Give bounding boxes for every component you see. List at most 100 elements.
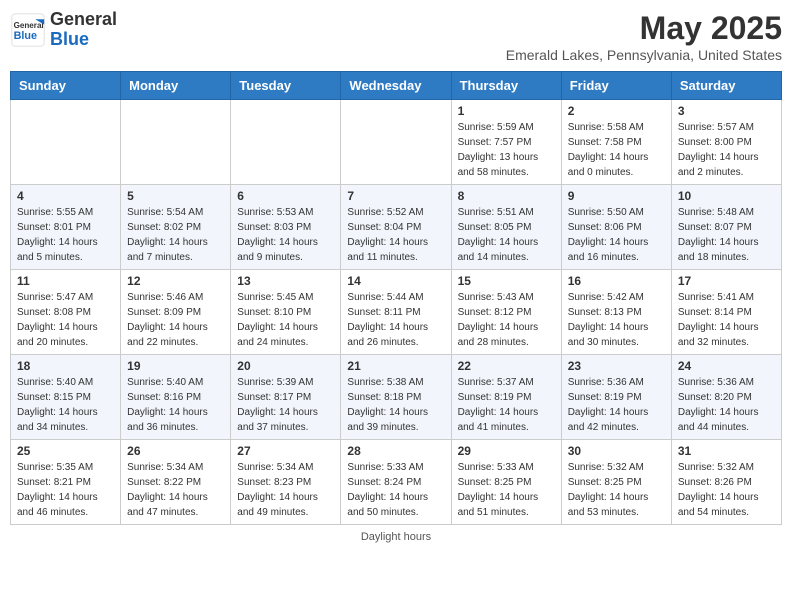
day-info: Sunrise: 5:55 AMSunset: 8:01 PMDaylight:… (17, 205, 114, 265)
header-tuesday: Tuesday (231, 72, 341, 100)
day-info: Sunrise: 5:37 AMSunset: 8:19 PMDaylight:… (458, 375, 555, 435)
week-row-5: 25 Sunrise: 5:35 AMSunset: 8:21 PMDayligh… (11, 440, 782, 525)
day-info: Sunrise: 5:33 AMSunset: 8:24 PMDaylight:… (347, 460, 444, 520)
day-info: Sunrise: 5:48 AMSunset: 8:07 PMDaylight:… (678, 205, 775, 265)
title-area: May 2025 Emerald Lakes, Pennsylvania, Un… (506, 10, 782, 63)
day-info: Sunrise: 5:52 AMSunset: 8:04 PMDaylight:… (347, 205, 444, 265)
day-info: Sunrise: 5:33 AMSunset: 8:25 PMDaylight:… (458, 460, 555, 520)
day-info: Sunrise: 5:51 AMSunset: 8:05 PMDaylight:… (458, 205, 555, 265)
week-row-2: 4 Sunrise: 5:55 AMSunset: 8:01 PMDaylight… (11, 185, 782, 270)
day-number: 25 (17, 444, 114, 458)
header-sunday: Sunday (11, 72, 121, 100)
calendar-cell: 26 Sunrise: 5:34 AMSunset: 8:22 PMDayligh… (121, 440, 231, 525)
day-number: 23 (568, 359, 665, 373)
day-info: Sunrise: 5:58 AMSunset: 7:58 PMDaylight:… (568, 120, 665, 180)
day-number: 11 (17, 274, 114, 288)
day-number: 10 (678, 189, 775, 203)
location-subtitle: Emerald Lakes, Pennsylvania, United Stat… (506, 47, 782, 63)
day-number: 5 (127, 189, 224, 203)
day-info: Sunrise: 5:47 AMSunset: 8:08 PMDaylight:… (17, 290, 114, 350)
calendar-cell: 18 Sunrise: 5:40 AMSunset: 8:15 PMDayligh… (11, 355, 121, 440)
calendar-header-row: SundayMondayTuesdayWednesdayThursdayFrid… (11, 72, 782, 100)
calendar-cell (121, 100, 231, 185)
header-friday: Friday (561, 72, 671, 100)
day-number: 14 (347, 274, 444, 288)
day-info: Sunrise: 5:36 AMSunset: 8:19 PMDaylight:… (568, 375, 665, 435)
calendar-cell: 13Sunrise: 5:45 AMSunset: 8:10 PMDayligh… (231, 270, 341, 355)
day-number: 19 (127, 359, 224, 373)
calendar-cell: 10 Sunrise: 5:48 AMSunset: 8:07 PMDayligh… (671, 185, 781, 270)
day-info: Sunrise: 5:32 AMSunset: 8:25 PMDaylight:… (568, 460, 665, 520)
month-title: May 2025 (506, 10, 782, 47)
day-info: Sunrise: 5:40 AMSunset: 8:15 PMDaylight:… (17, 375, 114, 435)
day-number: 27 (237, 444, 334, 458)
calendar-cell: 20 Sunrise: 5:39 AMSunset: 8:17 PMDayligh… (231, 355, 341, 440)
day-number: 16 (568, 274, 665, 288)
calendar-cell: 3 Sunrise: 5:57 AMSunset: 8:00 PMDaylight… (671, 100, 781, 185)
calendar-cell: 28Sunrise: 5:33 AMSunset: 8:24 PMDayligh… (341, 440, 451, 525)
day-info: Sunrise: 5:50 AMSunset: 8:06 PMDaylight:… (568, 205, 665, 265)
logo-text: General Blue (50, 10, 117, 50)
logo-icon: General Blue (10, 12, 46, 48)
day-number: 21 (347, 359, 444, 373)
day-info: Sunrise: 5:59 AMSunset: 7:57 PMDaylight:… (458, 120, 555, 180)
day-info: Sunrise: 5:32 AMSunset: 8:26 PMDaylight:… (678, 460, 775, 520)
header-wednesday: Wednesday (341, 72, 451, 100)
day-info: Sunrise: 5:44 AMSunset: 8:11 PMDaylight:… (347, 290, 444, 350)
calendar-cell: 17 Sunrise: 5:41 AMSunset: 8:14 PMDayligh… (671, 270, 781, 355)
day-info: Sunrise: 5:35 AMSunset: 8:21 PMDaylight:… (17, 460, 114, 520)
day-number: 1 (458, 104, 555, 118)
calendar: SundayMondayTuesdayWednesdayThursdayFrid… (10, 71, 782, 525)
day-info: Sunrise: 5:39 AMSunset: 8:17 PMDaylight:… (237, 375, 334, 435)
day-number: 31 (678, 444, 775, 458)
calendar-cell: 12Sunrise: 5:46 AMSunset: 8:09 PMDayligh… (121, 270, 231, 355)
day-info: Sunrise: 5:36 AMSunset: 8:20 PMDaylight:… (678, 375, 775, 435)
calendar-cell: 27Sunrise: 5:34 AMSunset: 8:23 PMDayligh… (231, 440, 341, 525)
header-monday: Monday (121, 72, 231, 100)
day-info: Sunrise: 5:38 AMSunset: 8:18 PMDaylight:… (347, 375, 444, 435)
calendar-cell: 23 Sunrise: 5:36 AMSunset: 8:19 PMDayligh… (561, 355, 671, 440)
calendar-cell: 25 Sunrise: 5:35 AMSunset: 8:21 PMDayligh… (11, 440, 121, 525)
day-info: Sunrise: 5:46 AMSunset: 8:09 PMDaylight:… (127, 290, 224, 350)
day-number: 6 (237, 189, 334, 203)
day-number: 4 (17, 189, 114, 203)
calendar-cell: 14 Sunrise: 5:44 AMSunset: 8:11 PMDayligh… (341, 270, 451, 355)
day-info: Sunrise: 5:40 AMSunset: 8:16 PMDaylight:… (127, 375, 224, 435)
calendar-cell (341, 100, 451, 185)
calendar-cell: 15Sunrise: 5:43 AMSunset: 8:12 PMDayligh… (451, 270, 561, 355)
day-info: Sunrise: 5:57 AMSunset: 8:00 PMDaylight:… (678, 120, 775, 180)
day-number: 3 (678, 104, 775, 118)
calendar-cell: 9Sunrise: 5:50 AMSunset: 8:06 PMDaylight… (561, 185, 671, 270)
calendar-cell: 22Sunrise: 5:37 AMSunset: 8:19 PMDayligh… (451, 355, 561, 440)
day-number: 8 (458, 189, 555, 203)
calendar-cell (11, 100, 121, 185)
calendar-cell (231, 100, 341, 185)
calendar-cell: 7Sunrise: 5:52 AMSunset: 8:04 PMDaylight… (341, 185, 451, 270)
footer-note: Daylight hours (10, 531, 782, 543)
calendar-cell: 19 Sunrise: 5:40 AMSunset: 8:16 PMDayligh… (121, 355, 231, 440)
calendar-cell: 6Sunrise: 5:53 AMSunset: 8:03 PMDaylight… (231, 185, 341, 270)
logo: General Blue General Blue (10, 10, 117, 50)
calendar-cell: 21 Sunrise: 5:38 AMSunset: 8:18 PMDayligh… (341, 355, 451, 440)
day-number: 2 (568, 104, 665, 118)
day-info: Sunrise: 5:41 AMSunset: 8:14 PMDaylight:… (678, 290, 775, 350)
day-number: 20 (237, 359, 334, 373)
day-number: 26 (127, 444, 224, 458)
calendar-cell: 31 Sunrise: 5:32 AMSunset: 8:26 PMDayligh… (671, 440, 781, 525)
day-info: Sunrise: 5:45 AMSunset: 8:10 PMDaylight:… (237, 290, 334, 350)
day-number: 18 (17, 359, 114, 373)
day-info: Sunrise: 5:42 AMSunset: 8:13 PMDaylight:… (568, 290, 665, 350)
day-info: Sunrise: 5:34 AMSunset: 8:22 PMDaylight:… (127, 460, 224, 520)
week-row-1: 1 Sunrise: 5:59 AMSunset: 7:57 PMDaylight… (11, 100, 782, 185)
day-number: 29 (458, 444, 555, 458)
header-thursday: Thursday (451, 72, 561, 100)
calendar-cell: 4 Sunrise: 5:55 AMSunset: 8:01 PMDaylight… (11, 185, 121, 270)
calendar-cell: 29 Sunrise: 5:33 AMSunset: 8:25 PMDayligh… (451, 440, 561, 525)
calendar-cell: 1 Sunrise: 5:59 AMSunset: 7:57 PMDaylight… (451, 100, 561, 185)
calendar-cell: 30Sunrise: 5:32 AMSunset: 8:25 PMDayligh… (561, 440, 671, 525)
svg-text:Blue: Blue (14, 30, 37, 42)
day-info: Sunrise: 5:54 AMSunset: 8:02 PMDaylight:… (127, 205, 224, 265)
week-row-4: 18 Sunrise: 5:40 AMSunset: 8:15 PMDayligh… (11, 355, 782, 440)
day-number: 17 (678, 274, 775, 288)
calendar-cell: 2 Sunrise: 5:58 AMSunset: 7:58 PMDaylight… (561, 100, 671, 185)
